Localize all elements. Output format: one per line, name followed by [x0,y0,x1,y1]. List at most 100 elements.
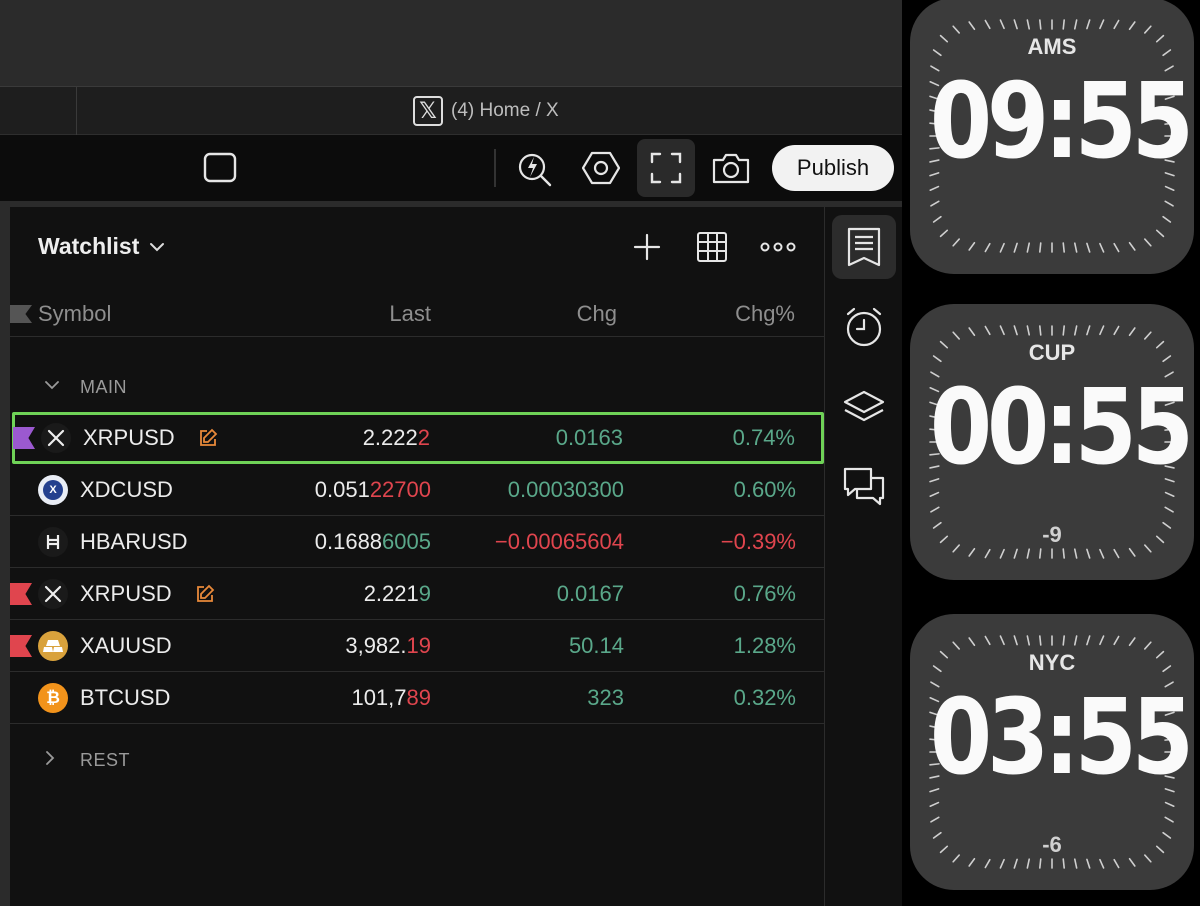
clock-tick [1144,25,1152,34]
watchlist-title-dropdown[interactable]: Watchlist [38,233,165,260]
clock-tick [1062,242,1065,253]
clock-tick [1086,548,1091,559]
clock-tick [1062,548,1065,559]
clock-tick [939,229,949,238]
chevron-down-icon [150,242,165,251]
x-icon [38,579,68,609]
group-header-main[interactable]: MAIN [10,367,824,407]
clock-tick [1062,858,1065,869]
table-row[interactable]: ₿ BTCUSD 101,789 323 0.32% [10,672,824,724]
chat-icon[interactable] [832,455,896,519]
flag-marker[interactable] [10,583,32,605]
clock-tick [999,325,1005,336]
last-price: 2.2219 [363,581,431,606]
clock-tick [1099,19,1105,30]
change-percent: 0.60% [733,477,796,502]
world-clock-widget[interactable]: CUP 00:55 -9 [910,304,1194,580]
flag-marker[interactable] [10,635,32,657]
table-row[interactable]: XRPUSD 2.2222 0.0163 0.74% [12,412,824,464]
world-clock-widget[interactable]: NYC 03:55 -6 [910,614,1194,890]
clock-tick [968,21,976,31]
hbar-icon [38,527,68,557]
table-row[interactable]: X XDCUSD 0.05122700 0.00030300 0.60% [10,464,824,516]
clock-tick [1128,857,1136,867]
clock-time: 00:55 [929,366,1194,488]
clock-tick [999,858,1005,869]
right-sidebar [824,207,902,906]
clock-tick [1026,548,1031,559]
change-value: 0.0167 [556,581,624,606]
change-value: 323 [587,685,624,710]
alarm-clock-icon[interactable] [832,295,896,359]
clock-tick [1128,637,1136,647]
chevron-right-icon [44,750,62,771]
fullscreen-icon[interactable] [637,139,695,197]
table-row[interactable]: XRPUSD 2.2219 0.0167 0.76% [10,568,824,620]
clock-tick [968,637,976,647]
flag-column-icon[interactable] [10,305,32,323]
clock-tick [930,506,940,513]
column-header-chg[interactable]: Chg [577,301,617,327]
edit-icon[interactable] [194,583,216,605]
flag-marker[interactable] [13,427,35,449]
clock-tick [929,185,940,192]
more-options-icon[interactable] [758,227,798,267]
edit-icon[interactable] [197,427,219,449]
clock-tick [1026,242,1031,253]
group-label-main: MAIN [80,376,127,397]
x-icon [41,423,71,453]
world-clock-widget[interactable]: AMS 09:55 [910,0,1194,274]
square-icon[interactable] [191,139,249,197]
last-price: 0.05122700 [314,477,431,502]
clock-tick [1164,491,1175,498]
settings-hexagon-icon[interactable] [572,139,630,197]
clock-tick [1073,858,1078,869]
symbol-name: BTCUSD [80,685,171,710]
chart-toolbar: Publish [0,135,902,201]
clock-offset: -6 [1042,832,1062,857]
clock-city: AMS [1027,34,1077,59]
clock-tick [999,548,1005,559]
change-percent: −0.39% [720,529,796,554]
advanced-view-icon[interactable] [692,227,732,267]
clock-tick [1013,242,1018,253]
layers-icon[interactable] [832,375,896,439]
clock-tick [1039,548,1042,559]
column-header-symbol[interactable]: Symbol [38,301,111,327]
browser-tab-bar: 𝕏 (4) Home / X [0,87,902,135]
clock-tick [984,19,991,30]
clock-tick [1144,331,1152,340]
clock-tick [1013,548,1018,559]
clock-tick [1099,635,1105,646]
clock-tick [1086,19,1091,30]
table-row[interactable]: XAUUSD 3,982.19 50.14 1.28% [10,620,824,672]
add-symbol-icon[interactable] [627,227,667,267]
trading-app-window: 𝕏 (4) Home / X Publish Watchlist Symbol … [0,0,902,906]
browser-tab[interactable]: 𝕏 (4) Home / X [413,96,559,126]
column-header-last[interactable]: Last [389,301,431,327]
watchlist-icon[interactable] [832,215,896,279]
publish-button[interactable]: Publish [772,145,894,191]
clock-tick [1162,215,1172,223]
clock-tick [1128,241,1136,251]
clock-tick [1086,858,1091,869]
clock-tick [952,25,960,34]
replay-icon[interactable] [506,139,564,197]
group-header-rest[interactable]: REST [10,740,824,780]
clock-tick [1086,325,1091,336]
column-header-chg-pct[interactable]: Chg% [735,301,795,327]
clock-tick [1164,816,1174,823]
clock-tick [1073,548,1078,559]
clock-tick [1099,548,1105,559]
clock-time: 03:55 [929,676,1194,798]
clock-tick [1099,242,1105,253]
camera-icon[interactable] [702,139,760,197]
watchlist-panel: Watchlist Symbol Last Chg Chg% MAIN XRPU… [0,207,824,906]
clock-tick [1073,242,1078,253]
clock-tick [1113,858,1120,869]
clock-tick [968,547,976,557]
clock-time: 09:55 [929,60,1194,182]
clock-tick [952,641,960,650]
clock-tick [1039,858,1042,869]
table-row[interactable]: HBARUSD 0.16886005 −0.00065604 −0.39% [10,516,824,568]
